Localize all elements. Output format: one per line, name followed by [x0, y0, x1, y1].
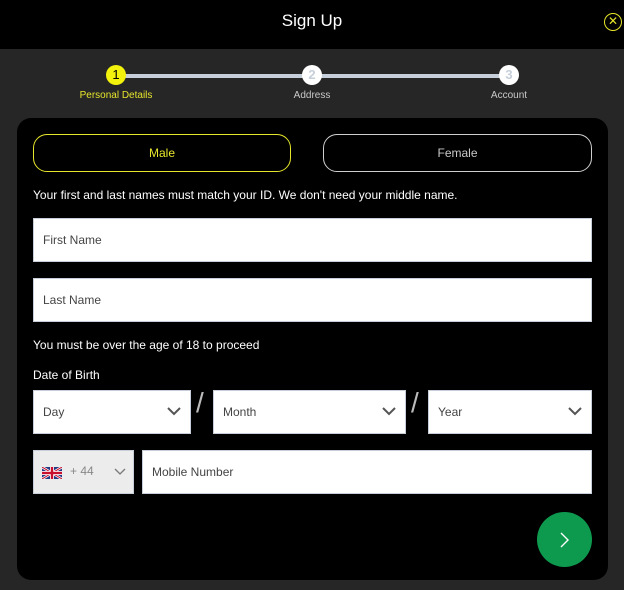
step-3-label: Account [490, 90, 528, 101]
last-name-input[interactable]: Last Name [33, 278, 592, 322]
dob-day-select[interactable]: Day [33, 390, 191, 434]
mobile-number-input[interactable]: Mobile Number [142, 450, 592, 494]
chevron-down-icon [167, 407, 181, 416]
first-name-input[interactable]: First Name [33, 218, 592, 262]
dob-year-select[interactable]: Year [428, 390, 592, 434]
chevron-down-icon [382, 407, 396, 416]
step-3-dot: 3 [499, 65, 519, 85]
name-note: Your first and last names must match you… [33, 188, 458, 202]
dob-separator: / [196, 387, 204, 418]
chevron-right-icon [560, 532, 569, 548]
uk-flag-icon [42, 467, 62, 479]
step-1-label: Personal Details [79, 90, 153, 101]
country-code-select[interactable]: + 44 [33, 450, 134, 494]
dob-month-select[interactable]: Month [213, 390, 406, 434]
gender-female-button[interactable]: Female [323, 134, 592, 172]
header: Sign Up ✕ [0, 0, 624, 49]
chevron-down-icon [114, 468, 126, 475]
close-button[interactable]: ✕ [604, 13, 622, 31]
step-2-dot: 2 [302, 65, 322, 85]
dob-separator: / [411, 387, 419, 418]
age-note: You must be over the age of 18 to procee… [33, 338, 260, 352]
dob-year-value: Year [438, 405, 463, 419]
dob-label: Date of Birth [33, 368, 100, 382]
country-code-value: + 44 [70, 464, 94, 478]
progress-stepper: 1 2 3 Personal Details Address Account [0, 49, 624, 118]
gender-male-button[interactable]: Male [33, 134, 291, 172]
page-title: Sign Up [281, 11, 343, 30]
chevron-down-icon [568, 407, 582, 416]
step-2-label: Address [293, 90, 331, 101]
next-button[interactable] [537, 512, 592, 567]
signup-form-card: Male Female Your first and last names mu… [17, 118, 608, 580]
close-icon: ✕ [607, 14, 619, 28]
dob-month-value: Month [223, 405, 257, 419]
step-1-dot: 1 [106, 65, 126, 85]
dob-day-value: Day [43, 405, 65, 419]
